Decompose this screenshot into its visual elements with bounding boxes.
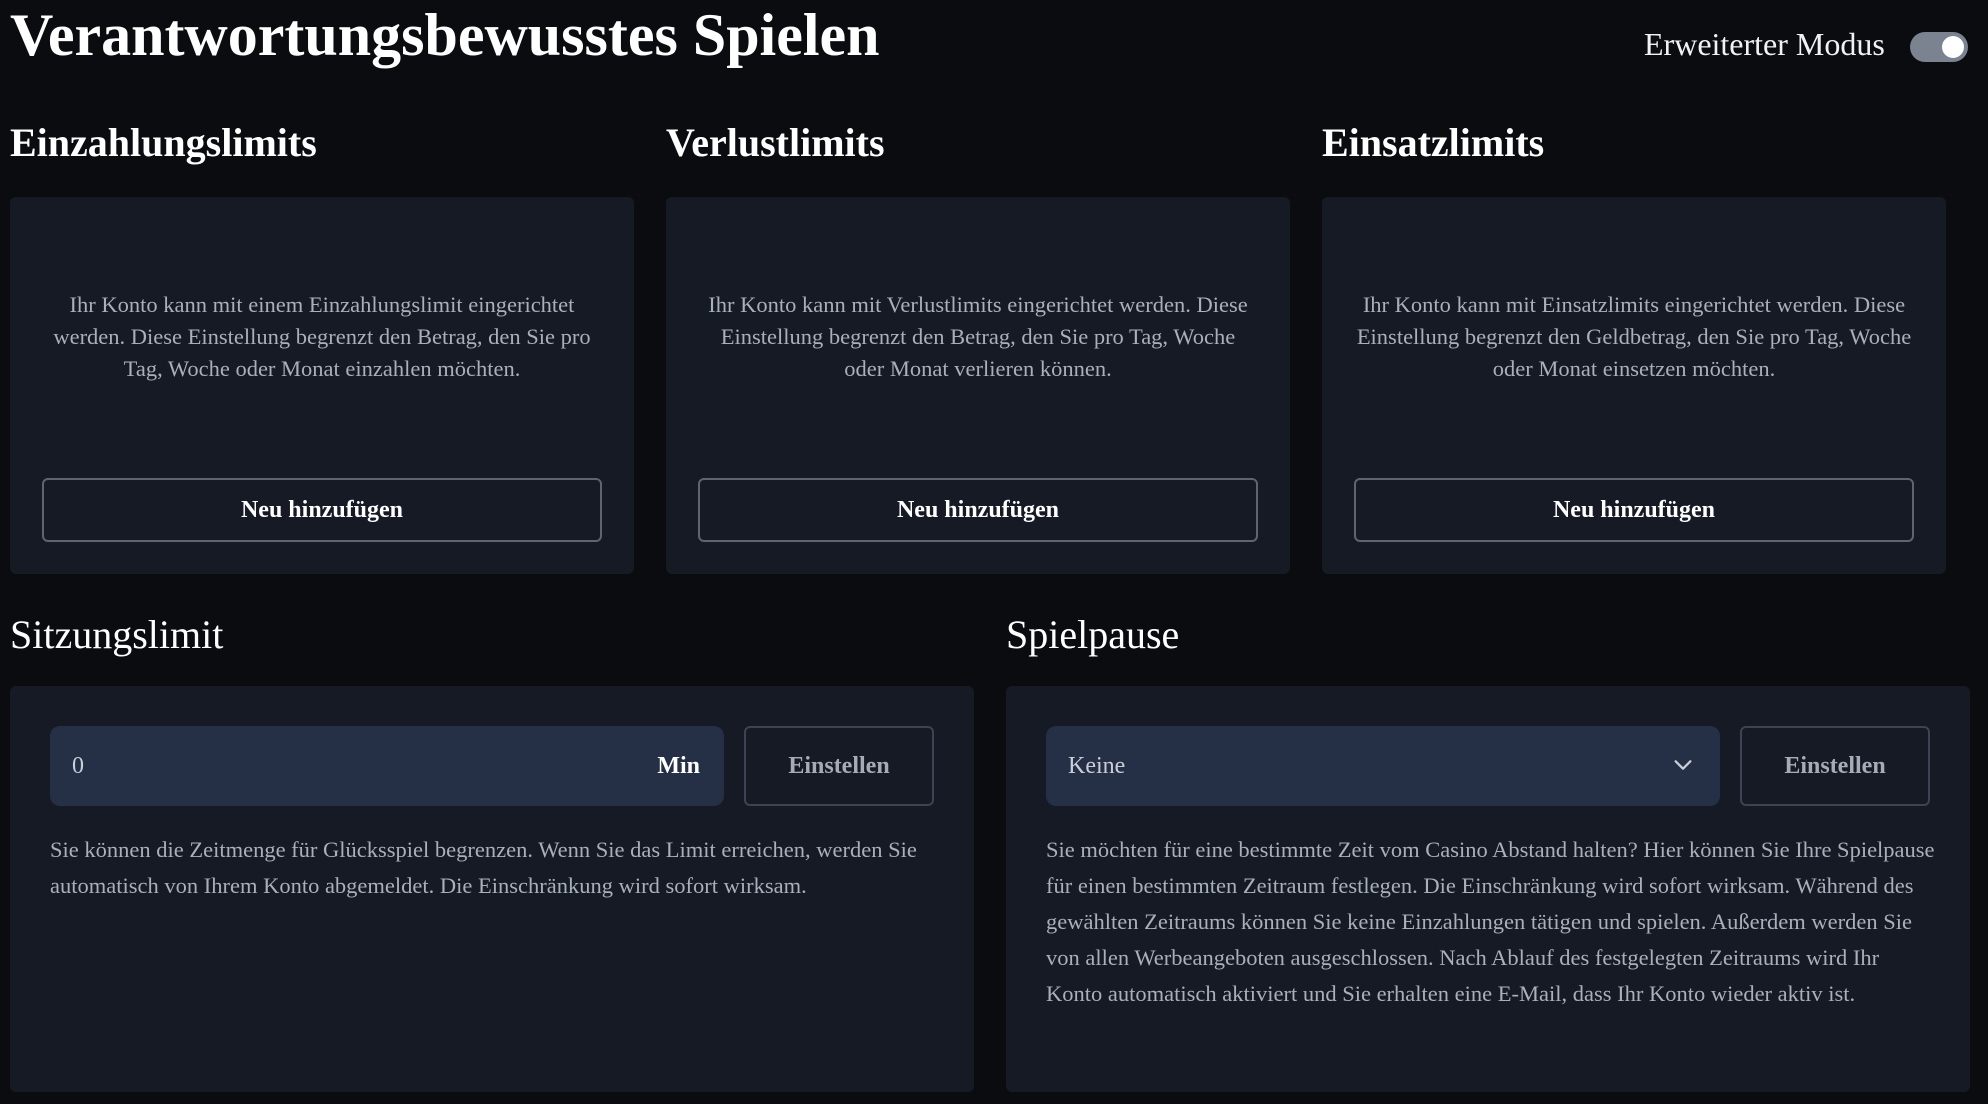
deposit-limits-description: Ihr Konto kann mit einem Einzahlungslimi… (53, 292, 591, 381)
session-limit-input[interactable]: 0 Min (50, 726, 724, 806)
session-limit-card: 0 Min Einstellen Sie können die Zeitmeng… (10, 686, 974, 1092)
advanced-mode-toggle[interactable] (1910, 32, 1968, 62)
set-game-pause-button[interactable]: Einstellen (1740, 726, 1930, 806)
loss-limits-card: Ihr Konto kann mit Verlustlimits eingeri… (666, 197, 1290, 574)
wager-limits-title: Einsatzlimits (1322, 120, 1545, 165)
game-pause-card: Keine Einstellen Sie möchten für eine be… (1006, 686, 1970, 1092)
session-limit-description: Sie können die Zeitmenge für Glücksspiel… (50, 837, 917, 898)
session-limit-unit: Min (657, 753, 700, 779)
wager-limits-card: Ihr Konto kann mit Einsatzlimits eingeri… (1322, 197, 1946, 574)
toggle-knob (1942, 36, 1964, 58)
add-wager-limit-button[interactable]: Neu hinzufügen (1354, 478, 1914, 542)
game-pause-select[interactable]: Keine (1046, 726, 1720, 806)
set-session-limit-button[interactable]: Einstellen (744, 726, 934, 806)
session-limit-title: Sitzungslimit (10, 612, 224, 657)
session-limit-value[interactable]: 0 (72, 726, 84, 806)
add-deposit-limit-button[interactable]: Neu hinzufügen (42, 478, 602, 542)
loss-limits-description: Ihr Konto kann mit Verlustlimits eingeri… (708, 292, 1248, 381)
advanced-mode-label: Erweiterter Modus (1644, 26, 1885, 62)
loss-limits-title: Verlustlimits (666, 120, 885, 165)
page-title: Verantwortungsbewusstes Spielen (10, 2, 880, 68)
game-pause-description: Sie möchten für eine bestimmte Zeit vom … (1046, 837, 1935, 1006)
game-pause-title: Spielpause (1006, 612, 1180, 657)
chevron-down-icon (1674, 760, 1692, 770)
game-pause-selected-value: Keine (1068, 753, 1126, 779)
deposit-limits-title: Einzahlungslimits (10, 120, 317, 165)
add-loss-limit-button[interactable]: Neu hinzufügen (698, 478, 1258, 542)
deposit-limits-card: Ihr Konto kann mit einem Einzahlungslimi… (10, 197, 634, 574)
wager-limits-description: Ihr Konto kann mit Einsatzlimits eingeri… (1356, 292, 1912, 381)
